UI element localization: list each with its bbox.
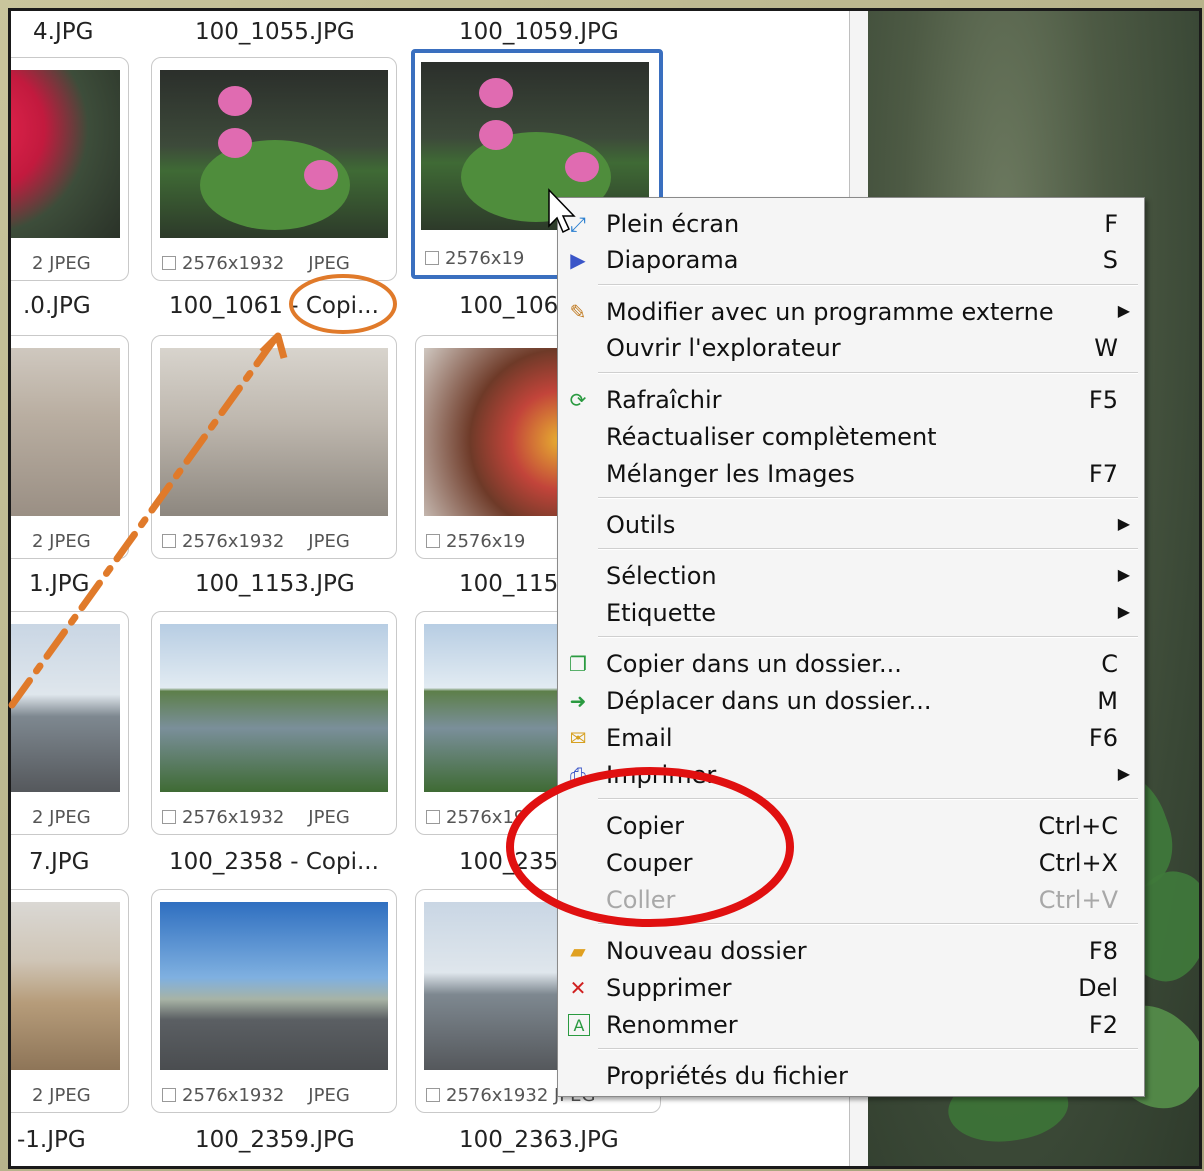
select-checkbox[interactable] — [426, 1088, 440, 1102]
menu-separator — [598, 923, 1138, 925]
submenu-arrow-icon: ▶ — [1117, 764, 1130, 783]
menu-item-fullscreen[interactable]: ⤢ Plein écran F — [558, 206, 1144, 242]
filename-label: 100_1153.JPG — [195, 571, 355, 597]
thumbnail-card[interactable]: 2 JPEG — [11, 335, 129, 559]
menu-item-open-explorer[interactable]: Ouvrir l'explorateur W — [558, 330, 1144, 366]
image-meta: 2 JPEG — [32, 1085, 91, 1106]
image-meta: 2576x19 — [426, 531, 525, 552]
select-checkbox[interactable] — [162, 1088, 176, 1102]
select-checkbox[interactable] — [162, 256, 176, 270]
email-icon: ✉ — [569, 726, 587, 750]
screenshot-frame: 4.JPG 100_1055.JPG 100_1059.JPG 2 JPEG 2… — [0, 0, 1204, 1171]
menu-item-email[interactable]: ✉ Email F6 — [558, 720, 1144, 756]
photo-thumbnail — [11, 624, 120, 792]
submenu-arrow-icon: ▶ — [1117, 301, 1130, 320]
palette-icon: ✎ — [569, 300, 587, 324]
thumbnail-card[interactable]: 2576x1932 JPEG — [151, 889, 397, 1113]
printer-icon: ⎙ — [570, 763, 586, 787]
menu-item-rename[interactable]: A Renommer F2 — [558, 1007, 1144, 1043]
select-checkbox[interactable] — [426, 810, 440, 824]
filename-label: .0.JPG — [23, 293, 91, 319]
menu-item-tools[interactable]: Outils ▶ — [558, 507, 1144, 543]
menu-item-shuffle[interactable]: Mélanger les Images F7 — [558, 456, 1144, 492]
menu-item-copy-to-folder[interactable]: ❐ Copier dans un dossier... C — [558, 646, 1144, 682]
thumbnail-card[interactable]: 2 JPEG — [11, 889, 129, 1113]
filename-label: 100_1061 - Copi... — [169, 293, 379, 319]
fullscreen-icon: ⤢ — [570, 212, 586, 236]
thumbnail-card[interactable]: 2576x1932 JPEG — [151, 611, 397, 835]
filename-label: -1.JPG — [17, 1127, 86, 1153]
menu-item-paste: Coller Ctrl+V — [606, 886, 1118, 914]
menu-item-edit-external[interactable]: ✎ Modifier avec un programme externe ▶ — [558, 294, 1144, 330]
menu-separator — [598, 548, 1138, 550]
menu-item-copy[interactable]: Copier Ctrl+C — [558, 808, 1144, 844]
image-meta: 2576x1932 JPEG — [162, 807, 350, 828]
filename-label: 7.JPG — [29, 849, 90, 875]
menu-separator — [598, 798, 1138, 800]
filename-label: 100_106 — [459, 293, 559, 319]
new-folder-icon: ▰ — [570, 939, 586, 963]
filename-label: 100_235 — [459, 849, 559, 875]
menu-item-file-properties[interactable]: Propriétés du fichier — [558, 1058, 1144, 1094]
image-meta: 2576x1932 JPEG — [162, 531, 350, 552]
thumbnail-card[interactable]: 2576x1932 JPEG — [151, 57, 397, 281]
photo-thumbnail — [11, 902, 120, 1070]
menu-separator — [598, 372, 1138, 374]
photo-thumbnail — [160, 70, 388, 238]
filename-label: 100_1055.JPG — [195, 19, 355, 45]
filename-label: 100_2359.JPG — [195, 1127, 355, 1153]
filename-label: 1.JPG — [29, 571, 90, 597]
slideshow-icon: ▶ — [570, 248, 586, 272]
photo-thumbnail — [11, 348, 120, 516]
thumbnail-card[interactable]: 2576x1932 JPEG — [151, 335, 397, 559]
menu-separator — [598, 497, 1138, 499]
menu-item-print[interactable]: ⎙ Imprimer ▶ — [558, 757, 1144, 793]
select-checkbox[interactable] — [162, 810, 176, 824]
submenu-arrow-icon: ▶ — [1117, 602, 1130, 621]
menu-item-refresh[interactable]: ⟳ Rafraîchir F5 — [558, 382, 1144, 418]
image-meta: 2 JPEG — [32, 531, 91, 552]
select-checkbox[interactable] — [426, 534, 440, 548]
menu-item-delete[interactable]: ✕ Supprimer Del — [558, 970, 1144, 1006]
filename-label: 100_2358 - Copi... — [169, 849, 379, 875]
submenu-arrow-icon: ▶ — [1117, 514, 1130, 533]
context-menu: ⤢ Plein écran F ▶ Diaporama S ✎ Modifier… — [557, 197, 1145, 1097]
photo-thumbnail — [160, 624, 388, 792]
menu-separator — [598, 284, 1138, 286]
image-meta: 2576x1932 JPEG — [162, 253, 350, 274]
menu-item-new-folder[interactable]: ▰ Nouveau dossier F8 — [558, 933, 1144, 969]
menu-item-label[interactable]: Etiquette ▶ — [558, 595, 1144, 631]
menu-item-cut[interactable]: Couper Ctrl+X — [558, 845, 1144, 881]
photo-thumbnail — [160, 902, 388, 1070]
move-to-folder-icon: ➜ — [569, 689, 587, 713]
rename-icon: A — [568, 1014, 590, 1036]
menu-separator — [598, 636, 1138, 638]
menu-item-full-reload[interactable]: Réactualiser complètement — [558, 419, 1144, 455]
menu-item-move-to-folder[interactable]: ➜ Déplacer dans un dossier... M — [558, 683, 1144, 719]
copy-to-folder-icon: ❐ — [569, 652, 587, 676]
submenu-arrow-icon: ▶ — [1117, 565, 1130, 584]
filename-label: 4.JPG — [33, 19, 94, 45]
filename-label: 100_1059.JPG — [459, 19, 619, 45]
menu-item-slideshow[interactable]: ▶ Diaporama S — [558, 242, 1144, 278]
refresh-icon: ⟳ — [569, 388, 587, 412]
thumbnail-card[interactable]: 2 JPEG — [11, 57, 129, 281]
viewer-window: 4.JPG 100_1055.JPG 100_1059.JPG 2 JPEG 2… — [8, 8, 1202, 1169]
image-meta: 2576x19 — [425, 248, 524, 269]
photo-thumbnail — [160, 348, 388, 516]
select-checkbox[interactable] — [162, 534, 176, 548]
thumbnail-card[interactable]: 2 JPEG — [11, 611, 129, 835]
filename-label: 100_2363.JPG — [459, 1127, 619, 1153]
image-meta: 2576x19 — [426, 807, 525, 828]
image-meta: 2 JPEG — [32, 253, 91, 274]
menu-separator — [598, 1048, 1138, 1050]
image-meta: 2 JPEG — [32, 807, 91, 828]
filename-label: 100_115 — [459, 571, 559, 597]
photo-thumbnail — [11, 70, 120, 238]
delete-icon: ✕ — [569, 976, 587, 1000]
image-meta: 2576x1932 JPEG — [162, 1085, 350, 1106]
menu-item-selection[interactable]: Sélection ▶ — [558, 558, 1144, 594]
select-checkbox[interactable] — [425, 251, 439, 265]
